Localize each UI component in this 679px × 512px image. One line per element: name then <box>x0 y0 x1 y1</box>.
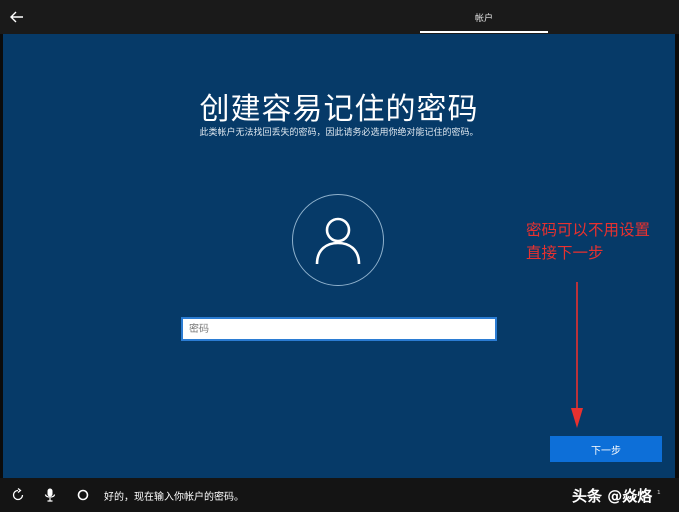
password-input[interactable] <box>181 317 497 341</box>
tab-account[interactable]: 帐户 <box>420 0 548 34</box>
tab-selected-indicator <box>420 31 548 33</box>
page-title: 创建容易记住的密码 <box>199 92 479 127</box>
cortana-button[interactable] <box>75 487 91 503</box>
annotation-note: 密码可以不用设置 直接下一步 <box>526 219 676 265</box>
back-arrow-icon <box>10 11 23 23</box>
next-button[interactable]: 下一步 <box>550 436 662 462</box>
annotation-arrow <box>571 282 583 428</box>
annotation-line-2: 直接下一步 <box>526 244 604 262</box>
top-bar: 帐户 <box>0 0 679 34</box>
user-avatar-icon <box>315 217 361 265</box>
setup-panel: 创建容易记住的密码 此类帐户无法找回丢失的密码，因此请务必选用你绝对能记住的密码… <box>3 34 675 478</box>
accessibility-icon <box>12 488 24 501</box>
avatar <box>292 194 384 286</box>
watermark: 头条 @焱烙 <box>572 487 653 505</box>
cortana-message: 好的，现在输入你帐户的密码。 <box>104 492 244 503</box>
cortana-circle-icon <box>77 489 89 501</box>
accessibility-button[interactable] <box>10 487 26 503</box>
back-button[interactable] <box>6 6 28 28</box>
microphone-icon <box>44 488 56 502</box>
page-subtitle: 此类帐户无法找回丢失的密码，因此请务必选用你绝对能记住的密码。 <box>199 128 479 138</box>
bottom-bar: 好的，现在输入你帐户的密码。 头条 @焱烙 ¹ <box>0 478 679 512</box>
tray-indicator: ¹ <box>657 490 661 500</box>
annotation-line-1: 密码可以不用设置 <box>526 221 651 239</box>
microphone-button[interactable] <box>42 487 58 503</box>
